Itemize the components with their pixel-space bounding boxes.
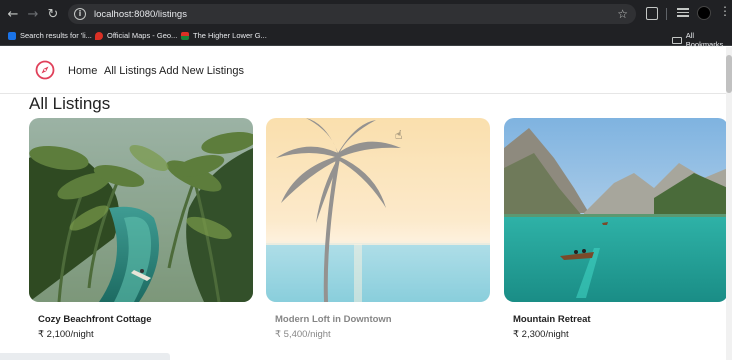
folder-icon	[672, 36, 682, 44]
listing-price: ₹ 5,400/night	[275, 329, 331, 340]
site-info-icon[interactable]: i	[74, 8, 86, 20]
bookmark-favicon-icon	[8, 31, 16, 40]
listing-image[interactable]	[29, 118, 253, 302]
bookmark-favicon-icon	[95, 31, 103, 40]
reload-icon[interactable]: ↻	[43, 4, 63, 24]
address-bar[interactable]: i localhost:8080/listings ☆	[68, 4, 636, 24]
nav-all-listings-link[interactable]: All Listings	[104, 65, 157, 77]
extensions-icon[interactable]	[646, 7, 658, 20]
listing-title[interactable]: Cozy Beachfront Cottage	[38, 314, 253, 325]
url-text[interactable]: localhost:8080/listings	[94, 9, 187, 20]
profile-avatar[interactable]	[697, 6, 711, 20]
status-bar	[0, 353, 170, 360]
bookmark-favicon-icon	[181, 31, 189, 40]
nav-add-new-listing-link[interactable]: Add New Listings	[159, 65, 244, 77]
compass-icon[interactable]	[35, 60, 55, 80]
listing-card[interactable]: Mountain Retreat ₹ 2,300/night	[504, 118, 728, 340]
listing-image[interactable]	[266, 118, 490, 302]
listing-title[interactable]: Modern Loft in Downtown	[275, 314, 490, 325]
bookmark-item[interactable]: Search results for 'li...	[8, 31, 92, 40]
more-menu-icon[interactable]: ⋮	[719, 5, 731, 17]
scrollbar-track[interactable]	[726, 47, 732, 360]
forward-arrow-icon[interactable]: →	[23, 4, 43, 24]
toolbar-divider	[666, 8, 667, 20]
page-viewport: Home All Listings Add New Listings All L…	[0, 47, 732, 360]
bookmark-star-icon[interactable]: ☆	[617, 7, 628, 21]
page-title: All Listings	[29, 94, 111, 113]
back-arrow-icon[interactable]: ←	[3, 4, 23, 24]
hand-cursor-icon: ☝	[395, 128, 403, 142]
listing-image[interactable]	[504, 118, 728, 302]
bookmarks-bar: Search results for 'li... Official Maps …	[0, 28, 732, 49]
bookmark-item[interactable]: Official Maps - Geo...	[95, 31, 177, 40]
listing-card[interactable]: Cozy Beachfront Cottage ₹ 2,100/night	[29, 118, 253, 340]
media-controls-icon[interactable]	[677, 8, 689, 19]
bookmark-label: The Higher Lower G...	[193, 31, 267, 40]
listing-price: ₹ 2,300/night	[513, 329, 569, 340]
scrollbar-thumb[interactable]	[726, 55, 732, 93]
site-navbar: Home All Listings Add New Listings	[0, 47, 732, 94]
bookmark-item[interactable]: The Higher Lower G...	[181, 31, 267, 40]
browser-toolbar: ← → ↻ i localhost:8080/listings ☆ ⋮	[0, 0, 732, 28]
listing-title[interactable]: Mountain Retreat	[513, 314, 728, 325]
listing-price: ₹ 2,100/night	[38, 329, 94, 340]
bookmark-label: Official Maps - Geo...	[107, 31, 178, 40]
bookmark-label: Search results for 'li...	[20, 31, 92, 40]
nav-home-link[interactable]: Home	[68, 65, 97, 77]
listing-card[interactable]: Modern Loft in Downtown ₹ 5,400/night	[266, 118, 490, 340]
